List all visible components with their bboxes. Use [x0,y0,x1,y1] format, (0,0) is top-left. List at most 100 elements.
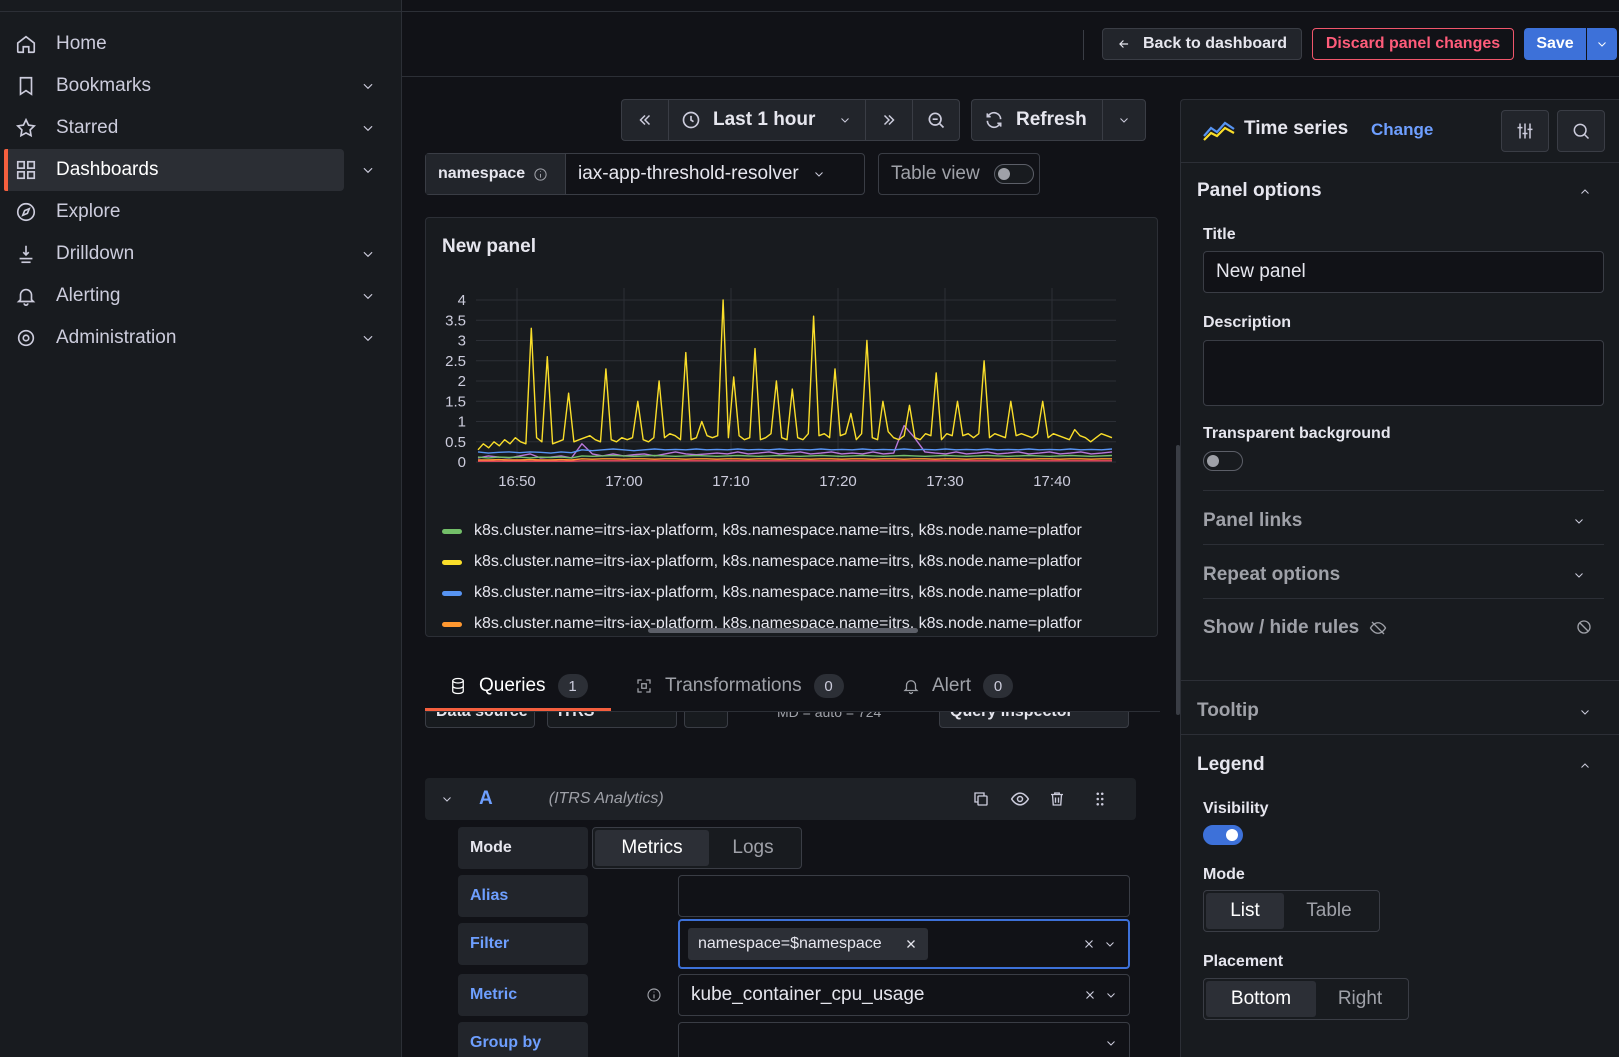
trash-icon[interactable] [1048,790,1066,808]
tab-queries[interactable]: Queries 1 [449,664,588,708]
chevron-down-icon[interactable] [1104,938,1116,950]
sidebar-item-starred[interactable]: Starred [4,107,373,149]
sidebar-item-home[interactable]: Home [4,23,344,65]
back-to-dashboard-button[interactable]: Back to dashboard [1102,28,1302,60]
chevron-down-icon[interactable] [358,328,378,348]
legend-item[interactable]: k8s.cluster.name=itrs-iax-platform, k8s.… [442,579,1082,607]
gear-icon [4,327,48,349]
description-field-label: Description [1203,314,1292,331]
legend-placement-option-right[interactable]: Right [1316,981,1404,1017]
y-tick-label: 3 [458,333,466,350]
mode-option-logs[interactable]: Logs [709,830,797,866]
group-by-label: Group by [458,1022,588,1057]
sidebar-item-label: Dashboards [56,159,159,180]
tab-transformations[interactable]: Transformations 0 [635,664,844,708]
chevron-down-icon[interactable] [1573,569,1585,581]
chevron-down-icon[interactable] [358,244,378,264]
chevron-down-icon[interactable] [358,160,378,180]
filter-multiselect[interactable]: namespace=$namespace [678,919,1130,969]
transparent-background-switch[interactable] [1203,451,1243,471]
search-options-button[interactable] [1557,110,1605,152]
time-shift-forward-button[interactable] [865,99,913,141]
group-by-select[interactable] [678,1022,1130,1057]
sidebar-item-drilldown[interactable]: Drilldown [4,233,373,275]
time-series-chart[interactable]: 0 0.5 1 1.5 2 2.5 3 3.5 4 16:50 17:00 17:10 17:20 17:… [426,268,1158,558]
chevron-down-icon[interactable] [358,76,378,96]
chevron-down-icon[interactable] [1579,706,1591,718]
description-textarea[interactable] [1203,340,1604,406]
legend-placement-option-bottom[interactable]: Bottom [1206,981,1316,1017]
refresh-interval-dropdown[interactable] [1102,99,1146,141]
legend-item[interactable]: k8s.cluster.name=itrs-iax-platform, k8s.… [442,517,1082,545]
legend-section-title[interactable]: Legend [1197,754,1265,776]
panel-options-section-title[interactable]: Panel options [1197,180,1322,202]
metric-select[interactable]: kube_container_cpu_usage [678,974,1130,1016]
collapse-chevron-icon[interactable] [441,793,453,805]
chevron-up-icon[interactable] [1579,186,1591,198]
pane-divider [1203,490,1604,491]
all-options-button[interactable] [1501,110,1549,152]
panel-links-section-title[interactable]: Panel links [1203,510,1302,532]
database-icon [452,677,464,695]
eye-icon[interactable] [1010,789,1030,809]
query-inspector-button[interactable]: Query inspector [939,712,1129,728]
legend-swatch [442,590,462,596]
home-icon [4,33,48,55]
legend-horizontal-scrollbar[interactable] [648,628,918,633]
sidebar-item-dashboards[interactable]: Dashboards [4,149,373,191]
discard-panel-changes-button[interactable]: Discard panel changes [1312,28,1514,60]
title-input[interactable]: New panel [1203,251,1604,293]
chevron-down-icon[interactable] [358,286,378,306]
sidebar-item-label: Drilldown [56,243,135,264]
data-source-picker[interactable]: ITRS [547,712,677,728]
legend-visibility-switch[interactable] [1203,825,1243,845]
namespace-select[interactable]: iax-app-threshold-resolver [566,154,864,194]
panel-preview: New panel 0 0.5 1 1.5 2 2.5 3 3.5 4 16:50 17:00 17:… [425,217,1158,637]
query-ref-id[interactable]: A [479,788,493,810]
zoom-out-icon [928,112,945,129]
time-shift-back-button[interactable] [621,99,669,141]
save-button[interactable]: Save [1524,28,1586,60]
time-range-picker[interactable]: Last 1 hour [668,99,866,141]
tooltip-section-title[interactable]: Tooltip [1197,700,1259,722]
sidebar-item-explore[interactable]: Explore [4,191,344,233]
chevron-up-icon[interactable] [1579,760,1591,772]
clear-icon[interactable] [1083,988,1097,1002]
help-icon[interactable] [684,712,728,728]
show-hide-rules-section-title[interactable]: Show / hide rules [1203,617,1387,639]
zoom-out-button[interactable] [912,99,960,141]
visibility-field-label: Visibility [1203,800,1269,817]
legend-item[interactable]: k8s.cluster.name=itrs-iax-platform, k8s.… [442,548,1082,576]
remove-chip-icon[interactable] [904,937,918,951]
legend-mode-segmented-control: List Table [1203,890,1380,932]
mode-label: Mode [458,827,588,869]
legend-mode-option-table[interactable]: Table [1284,893,1374,929]
chevron-down-icon[interactable] [1105,989,1117,1001]
alias-input[interactable] [678,875,1130,917]
legend-mode-option-list[interactable]: List [1206,893,1284,929]
change-visualization-link[interactable]: Change [1371,120,1433,140]
legend-label: k8s.cluster.name=itrs-iax-platform, k8s.… [474,584,1082,601]
chevron-down-icon[interactable] [1105,1037,1117,1049]
x-tick-label: 16:50 [498,473,536,490]
tab-alert[interactable]: Alert 0 [902,664,1014,708]
table-view-switch[interactable] [993,164,1034,184]
sidebar-item-bookmarks[interactable]: Bookmarks [4,65,373,107]
copy-icon[interactable] [972,790,990,808]
chevrons-right-icon [883,114,895,126]
drag-handle-icon[interactable] [1091,790,1109,808]
save-options-dropdown[interactable] [1587,28,1617,60]
chevron-down-icon[interactable] [1573,515,1585,527]
legend-mode-label: Mode [1203,866,1245,883]
query-options-summary[interactable]: MD = auto = 724 [737,712,927,728]
chevron-down-icon[interactable] [358,118,378,138]
namespace-variable-label: namespace [426,154,566,194]
refresh-button[interactable]: Refresh [971,99,1103,141]
sidebar-item-label: Explore [56,201,121,222]
ban-icon[interactable] [1575,618,1593,636]
mode-option-metrics[interactable]: Metrics [595,830,709,866]
clear-icon[interactable] [1082,937,1096,951]
repeat-options-section-title[interactable]: Repeat options [1203,564,1340,586]
sidebar-item-administration[interactable]: Administration [4,317,373,359]
sidebar-item-alerting[interactable]: Alerting [4,275,373,317]
